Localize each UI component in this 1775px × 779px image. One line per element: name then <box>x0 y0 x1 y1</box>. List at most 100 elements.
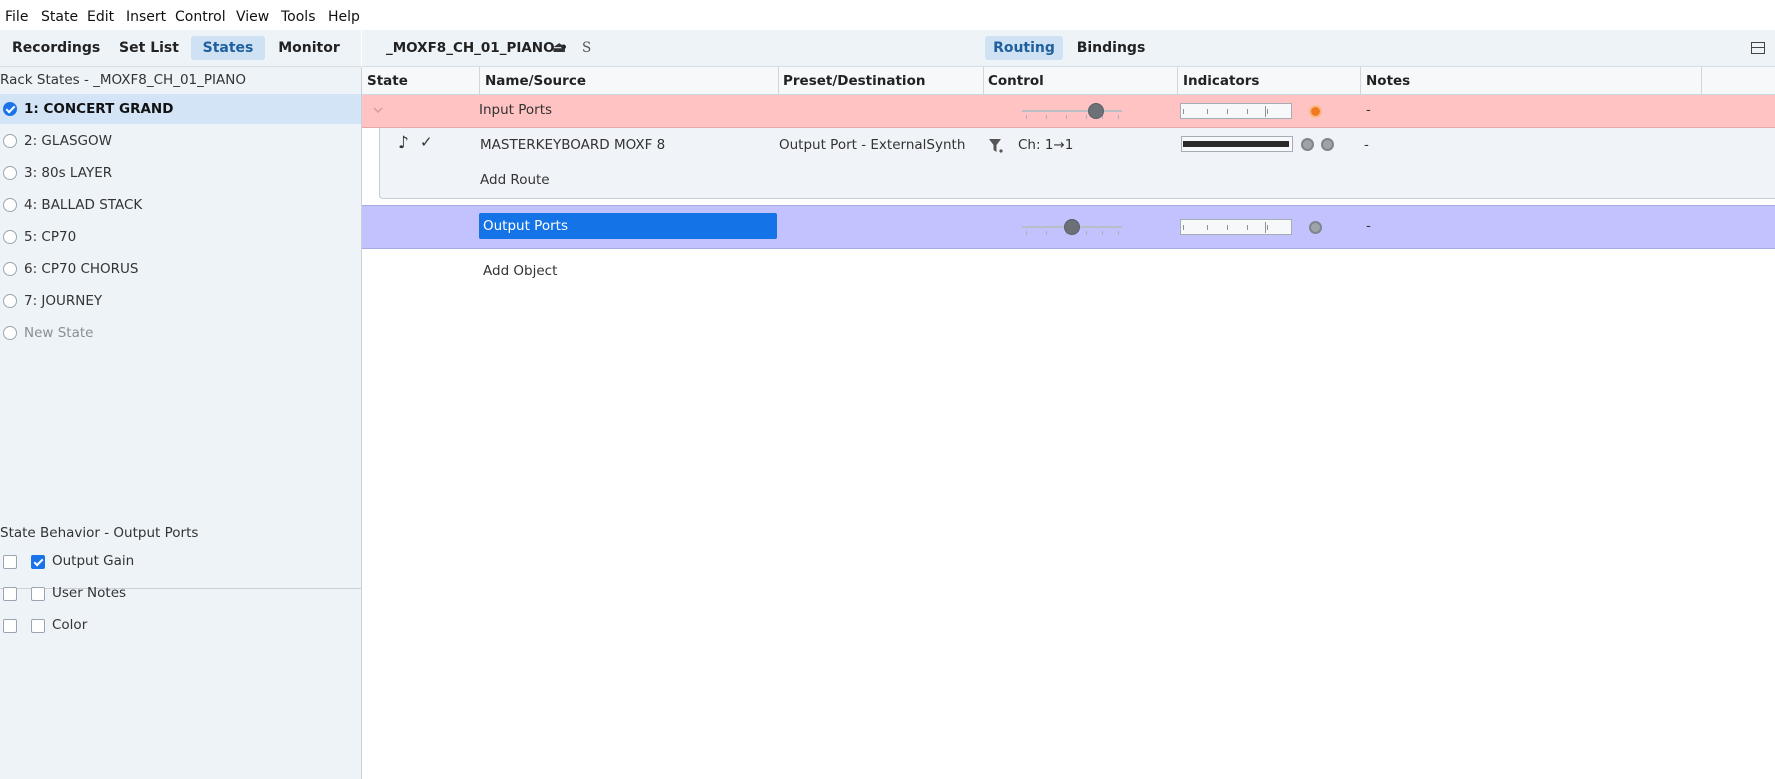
add-object-button[interactable]: Add Object <box>483 263 557 279</box>
state-item-label: 3: 80s LAYER <box>24 165 113 181</box>
output-gain-slider[interactable] <box>1022 217 1122 237</box>
radio-icon[interactable] <box>3 134 17 148</box>
menu-help[interactable]: Help <box>328 9 360 25</box>
user-notes-checkbox[interactable] <box>31 587 45 601</box>
color-checkbox[interactable] <box>31 619 45 633</box>
menu-tools[interactable]: Tools <box>281 9 316 25</box>
route-destination[interactable]: Output Port - ExternalSynth <box>779 137 965 153</box>
slider-tick <box>1046 231 1047 235</box>
slider-tick <box>1066 115 1067 119</box>
column-separator[interactable] <box>1360 67 1361 94</box>
input-gain-slider[interactable] <box>1022 101 1122 121</box>
state-item[interactable]: 5: CP70 <box>0 222 361 252</box>
meter-tick <box>1227 109 1228 114</box>
column-header-row: State Name/Source Preset/Destination Con… <box>362 67 1775 95</box>
tab-recordings[interactable]: Recordings <box>12 36 100 60</box>
input-ports-name[interactable]: Input Ports <box>479 102 552 118</box>
slider-tick <box>1026 231 1027 235</box>
tab-states[interactable]: States <box>191 36 265 60</box>
route-container: ♪ ✓ MASTERKEYBOARD MOXF 8 Output Port - … <box>379 128 1775 199</box>
state-item[interactable]: 2: GLASGOW <box>0 126 361 156</box>
column-header-notes[interactable]: Notes <box>1366 73 1410 89</box>
slider-knob[interactable] <box>1064 219 1080 235</box>
meter-reference-line <box>1265 106 1266 117</box>
radio-icon[interactable] <box>3 230 17 244</box>
route-level-meter <box>1181 136 1293 152</box>
menu-insert[interactable]: Insert <box>126 9 166 25</box>
slider-tick <box>1102 231 1103 235</box>
column-header-preset-destination[interactable]: Preset/Destination <box>783 73 925 89</box>
radio-icon[interactable] <box>3 326 17 340</box>
behavior-row-checkbox[interactable] <box>3 555 17 569</box>
menu-view[interactable]: View <box>236 9 269 25</box>
new-state-item[interactable]: New State <box>0 318 361 348</box>
slider-tick <box>1086 115 1087 119</box>
column-header-name-source[interactable]: Name/Source <box>485 73 586 89</box>
add-route-button[interactable]: Add Route <box>480 172 550 188</box>
rack-name[interactable]: _MOXF8_CH_01_PIANO • <box>386 40 568 56</box>
state-item[interactable]: 4: BALLAD STACK <box>0 190 361 220</box>
left-panel: Rack States - _MOXF8_CH_01_PIANO 1: CONC… <box>0 67 362 779</box>
output-level-meter <box>1180 219 1292 235</box>
state-item-label: 4: BALLAD STACK <box>24 197 143 213</box>
slider-tick <box>1118 115 1119 119</box>
behavior-row-checkbox[interactable] <box>3 619 17 633</box>
column-header-state[interactable]: State <box>367 73 408 89</box>
filter-icon[interactable] <box>988 138 1004 154</box>
state-item[interactable]: 1: CONCERT GRAND <box>0 94 361 124</box>
meter-tick <box>1247 109 1248 114</box>
menu-bar: File State Edit Insert Control View Tool… <box>0 0 1775 30</box>
tab-set-list[interactable]: Set List <box>117 36 181 60</box>
state-item-label: 6: CP70 CHORUS <box>24 261 139 277</box>
radio-icon[interactable] <box>3 166 17 180</box>
meter-tick <box>1267 109 1268 114</box>
column-separator[interactable] <box>479 67 480 94</box>
column-header-control[interactable]: Control <box>988 73 1044 89</box>
route-channel[interactable]: Ch: 1→1 <box>1018 137 1073 153</box>
radio-checked-icon[interactable] <box>3 102 17 116</box>
layout-toggle-icon[interactable] <box>1751 42 1765 54</box>
menu-file[interactable]: File <box>5 9 28 25</box>
collapse-chevron-icon[interactable] <box>373 106 383 114</box>
radio-icon[interactable] <box>3 262 17 276</box>
column-separator[interactable] <box>778 67 779 94</box>
output-gain-checkbox[interactable] <box>31 555 45 569</box>
eject-icon[interactable]: ⏏ <box>552 38 566 56</box>
meter-tick <box>1183 225 1184 230</box>
state-item[interactable]: 7: JOURNEY <box>0 286 361 316</box>
column-separator[interactable] <box>983 67 984 94</box>
behavior-row-checkbox[interactable] <box>3 587 17 601</box>
output-ports-name-field[interactable]: Output Ports <box>479 213 777 239</box>
meter-tick <box>1247 225 1248 230</box>
midi-note-icon: ♪ <box>398 133 409 153</box>
column-separator[interactable] <box>1701 67 1702 94</box>
route-enabled-check-icon[interactable]: ✓ <box>420 133 433 151</box>
route-led-1-icon <box>1301 138 1314 151</box>
state-item[interactable]: 3: 80s LAYER <box>0 158 361 188</box>
state-item-label: 1: CONCERT GRAND <box>24 101 174 117</box>
input-ports-notes[interactable]: - <box>1366 102 1371 118</box>
state-item[interactable]: 6: CP70 CHORUS <box>0 254 361 284</box>
slider-tick <box>1086 231 1087 235</box>
input-ports-row[interactable]: Input Ports - <box>362 95 1775 128</box>
radio-icon[interactable] <box>3 198 17 212</box>
state-item-label: 2: GLASGOW <box>24 133 112 149</box>
meter-fill <box>1183 141 1289 147</box>
tab-monitor[interactable]: Monitor <box>276 36 342 60</box>
menu-edit[interactable]: Edit <box>87 9 114 25</box>
state-item-label: 7: JOURNEY <box>24 293 103 309</box>
tab-routing[interactable]: Routing <box>985 36 1063 60</box>
output-ports-notes[interactable]: - <box>1366 218 1371 234</box>
tab-bindings[interactable]: Bindings <box>1071 36 1151 60</box>
menu-control[interactable]: Control <box>175 9 226 25</box>
column-separator[interactable] <box>1177 67 1178 94</box>
route-notes[interactable]: - <box>1364 137 1369 153</box>
route-source[interactable]: MASTERKEYBOARD MOXF 8 <box>480 137 665 153</box>
meter-tick <box>1227 225 1228 230</box>
solo-s-icon[interactable]: S <box>582 40 591 56</box>
menu-state[interactable]: State <box>41 9 78 25</box>
radio-icon[interactable] <box>3 294 17 308</box>
slider-knob[interactable] <box>1088 103 1104 119</box>
meter-tick <box>1207 225 1208 230</box>
column-header-indicators[interactable]: Indicators <box>1183 73 1259 89</box>
